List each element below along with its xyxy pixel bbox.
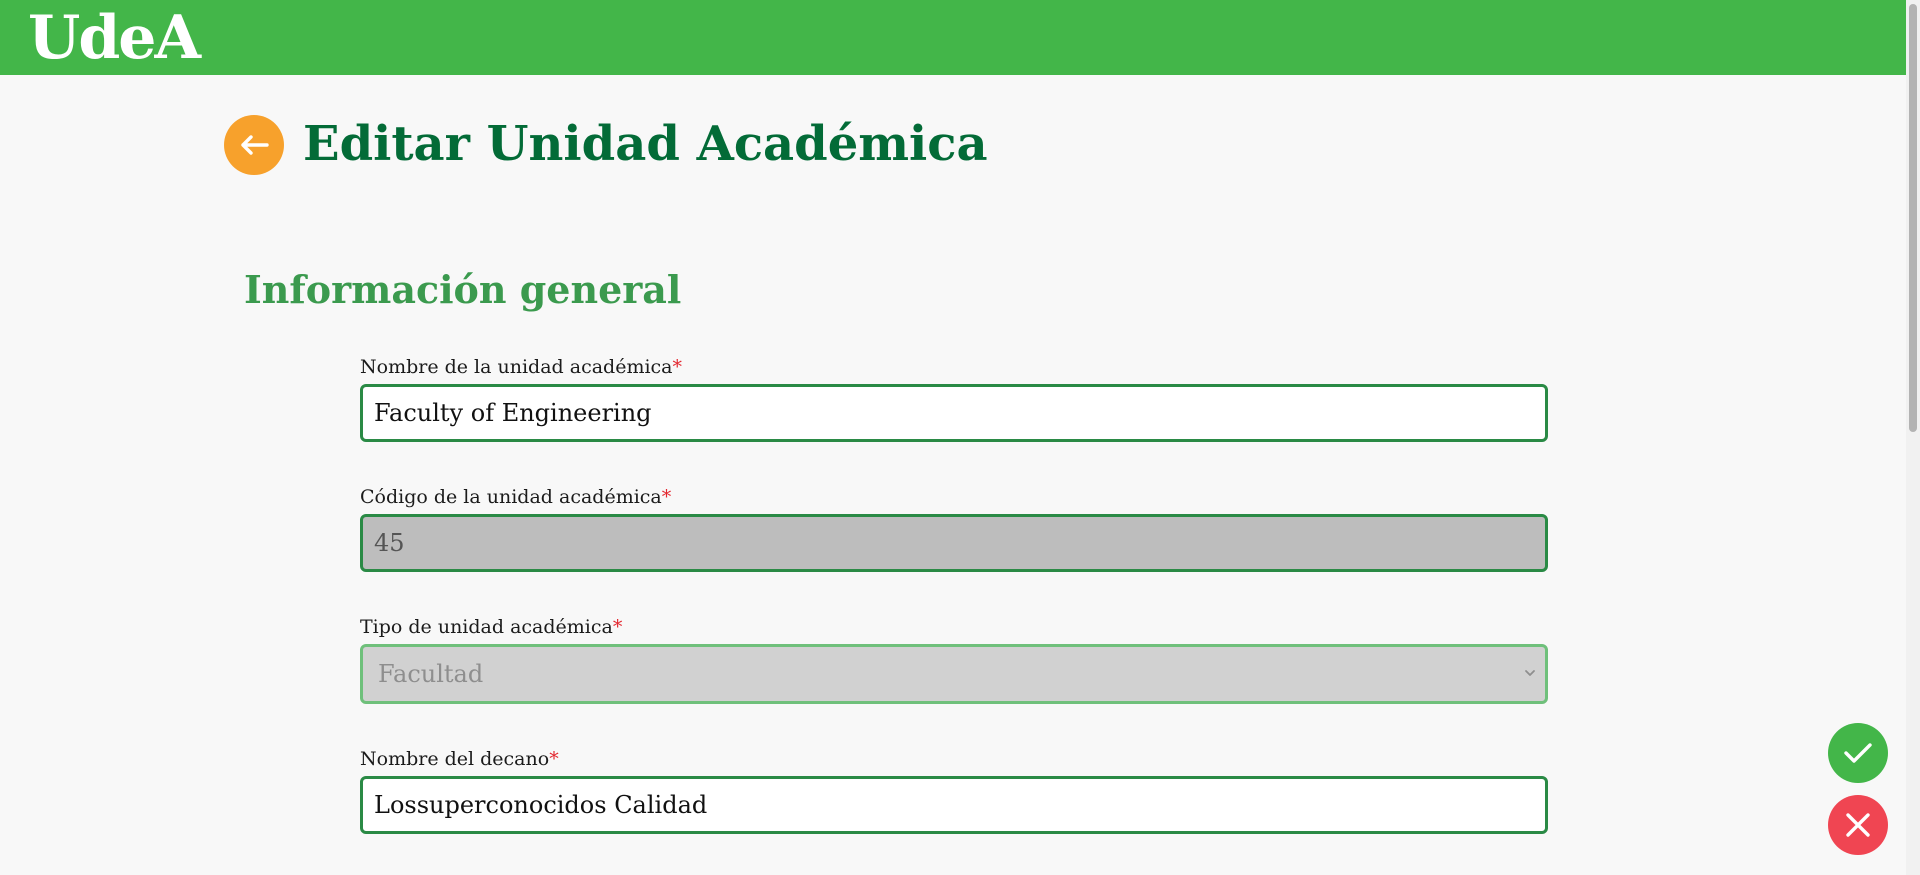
back-button[interactable] [224, 115, 284, 175]
chevron-down-icon [1525, 670, 1535, 676]
cancel-button[interactable] [1828, 795, 1888, 855]
udea-logo[interactable]: UdeA [28, 2, 201, 74]
required-marker: * [612, 616, 623, 638]
field-label-text: Código de la unidad académica [360, 486, 662, 508]
required-marker: * [549, 748, 559, 770]
field-label-nombre-decano: Nombre del decano* [360, 747, 559, 771]
codigo-unidad-input [360, 514, 1548, 572]
tipo-unidad-selected-value: Facultad [378, 660, 484, 688]
field-label-tipo-unidad: Tipo de unidad académica* [360, 615, 622, 639]
check-icon [1844, 743, 1872, 763]
field-label-codigo-unidad: Código de la unidad académica* [360, 485, 671, 509]
field-label-text: Nombre del decano [360, 748, 550, 770]
field-label-nombre-unidad: Nombre de la unidad académica* [360, 355, 682, 379]
close-icon [1846, 813, 1870, 837]
page-title: Editar Unidad Académica [303, 116, 988, 172]
arrow-left-icon [241, 135, 269, 155]
field-label-text: Nombre de la unidad académica [360, 356, 673, 378]
required-marker: * [672, 356, 683, 378]
top-bar: UdeA [0, 0, 1906, 75]
scrollbar-thumb[interactable] [1909, 4, 1917, 432]
field-label-text: Tipo de unidad académica [360, 616, 613, 638]
nombre-decano-input[interactable] [360, 776, 1548, 834]
required-marker: * [661, 486, 672, 508]
vertical-scrollbar[interactable] [1906, 0, 1920, 875]
save-button[interactable] [1828, 723, 1888, 783]
nombre-unidad-input[interactable] [360, 384, 1548, 442]
section-title: Información general [244, 267, 682, 312]
tipo-unidad-select: Facultad [360, 644, 1548, 704]
